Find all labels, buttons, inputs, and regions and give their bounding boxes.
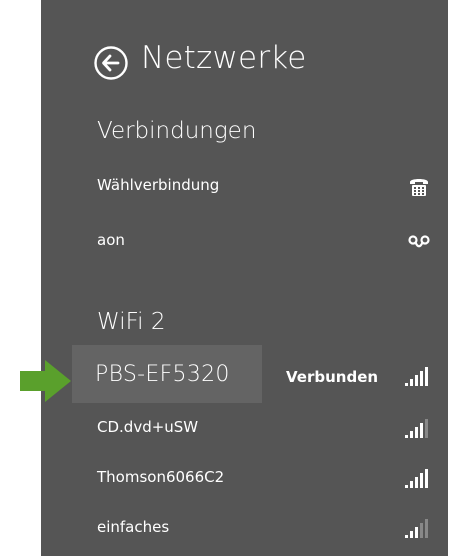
network-name-selected: PBS-EF5320 — [95, 362, 230, 387]
section-title-wifi: WiFi 2 — [97, 309, 166, 335]
wifi-signal-icon — [405, 419, 428, 438]
back-button[interactable] — [93, 45, 129, 81]
status-badge: Verbunden — [286, 368, 379, 386]
network-name: Thomson6066C2 — [97, 468, 225, 486]
network-panel: Netzwerke Verbindungen Wählverbindung ao… — [41, 0, 448, 556]
connection-label: Wählverbindung — [97, 176, 220, 194]
section-title-connections: Verbindungen — [97, 118, 257, 144]
list-item-dialup[interactable]: Wählverbindung — [41, 166, 448, 206]
back-arrow-icon — [94, 46, 128, 80]
wifi-signal-icon — [405, 469, 428, 488]
list-item-network[interactable]: Thomson6066C2 — [41, 458, 448, 498]
wifi-signal-icon — [405, 519, 428, 538]
dialup-phone-icon — [410, 179, 428, 196]
network-name: einfaches — [97, 518, 170, 536]
page-title: Netzwerke — [141, 40, 307, 76]
broadband-link-icon — [408, 235, 430, 248]
wifi-signal-icon — [405, 367, 428, 386]
list-item-aon[interactable]: aon — [41, 221, 448, 261]
pointer-arrow-icon — [20, 360, 71, 402]
list-item-network[interactable]: einfaches — [41, 508, 448, 548]
network-name: CD.dvd+uSW — [97, 418, 199, 436]
list-item-network[interactable]: CD.dvd+uSW — [41, 408, 448, 448]
connection-label: aon — [97, 231, 125, 249]
